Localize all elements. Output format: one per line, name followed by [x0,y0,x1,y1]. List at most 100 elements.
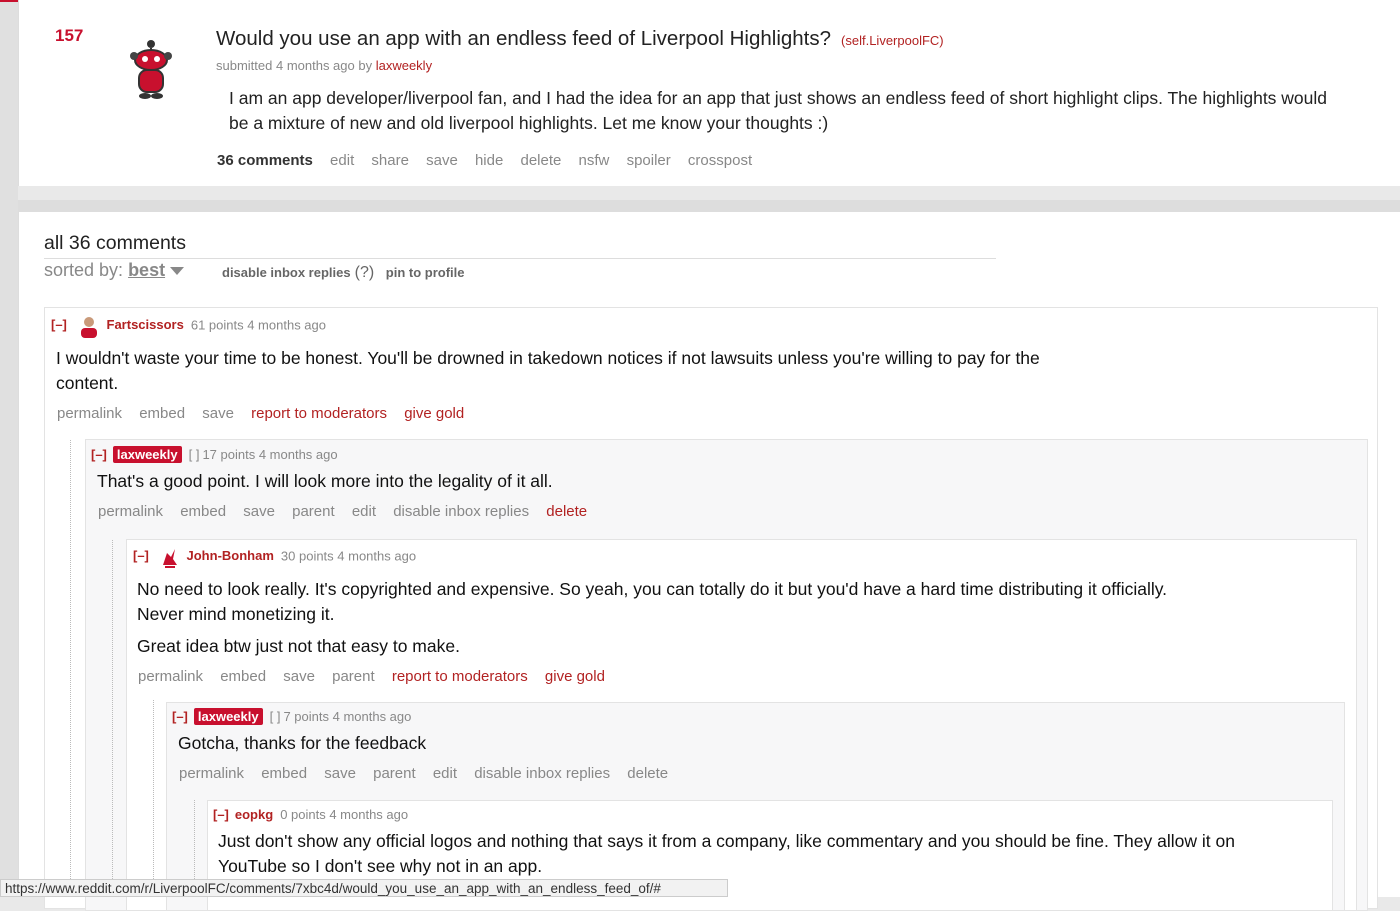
permalink-link[interactable]: permalink [98,503,163,520]
collapse-toggle[interactable]: [–] [172,709,188,724]
hide-link[interactable]: hide [475,152,503,169]
sort-menu: sorted by: best [44,260,185,281]
nsfw-link[interactable]: nsfw [579,152,610,169]
comment-text-line: content. [56,373,119,393]
delete-link[interactable]: delete [521,152,562,169]
delete-link[interactable]: delete [627,765,668,782]
collapse-toggle[interactable]: [–] [91,447,107,462]
comment-meta: 17 points 4 months ago [202,447,338,462]
embed-link[interactable]: embed [180,503,226,520]
comment-meta: 61 points 4 months ago [190,317,326,333]
share-link[interactable]: share [371,152,409,169]
submitter-author-link[interactable]: laxweekly [112,446,182,463]
tagline-prefix: submitted 4 months ago by [216,58,373,73]
comment-tagline: [–] laxweekly [ ] 17 points 4 months ago [91,446,338,463]
pin-profile-link[interactable]: pin to profile [386,265,465,280]
page-gutter [0,0,18,897]
user-flair: [ ] [269,709,281,724]
comment-body: Gotcha, thanks for the feedback [178,731,1278,756]
comment-text-line: That's a good point. I will look more in… [97,471,553,491]
comment-body: Just don't show any official logos and n… [218,829,1278,879]
comment-text-line: Gotcha, thanks for the feedback [178,733,427,753]
user-flair-icon [80,317,97,338]
submitter-author-link[interactable]: laxweekly [193,708,263,725]
comment-text-line: Great idea btw just not that easy to mak… [137,636,460,656]
collapse-toggle[interactable]: [–] [133,548,149,563]
comment-body: I wouldn't waste your time to be honest.… [56,346,1066,396]
liverbird-flair-icon [162,549,177,568]
help-link[interactable]: (?) [355,264,375,281]
sort-dropdown[interactable]: best [128,260,165,280]
comment-body: No need to look really. It's copyrighted… [137,577,1297,659]
disable-inbox-link[interactable]: disable inbox replies [474,765,610,782]
permalink-link[interactable]: permalink [179,765,244,782]
permalink-link[interactable]: permalink [57,405,122,422]
section-separator [18,200,1400,212]
embed-link[interactable]: embed [139,405,185,422]
comment-text-line: Just don't show any official logos and n… [218,831,1235,851]
comment-buttons: permalink embed save parent report to mo… [138,668,618,685]
comment-tagline: [–] eopkg 0 points 4 months ago [213,807,408,822]
parent-link[interactable]: parent [373,765,416,782]
browser-status-url: https://www.reddit.com/r/LiverpoolFC/com… [0,879,728,897]
post-title-row: Would you use an app with an endless fee… [216,27,944,51]
comments-title: all 36 comments [44,232,186,254]
comment-meta: 30 points 4 months ago [280,548,417,564]
comment-text-line: Never mind monetizing it. [137,604,335,624]
collapse-toggle[interactable]: [–] [51,317,67,332]
post-selftext: I am an app developer/liverpool fan, and… [229,88,1328,133]
post-title-link[interactable]: Would you use an app with an endless fee… [216,27,831,50]
comments-divider [44,258,996,259]
collapse-toggle[interactable]: [–] [213,807,229,822]
comment-meta: 7 points 4 months ago [283,709,412,724]
comment-buttons: permalink embed save report to moderator… [57,405,477,422]
thread-line [70,440,71,897]
save-link[interactable]: save [202,405,234,422]
comments-options: disable inbox replies (?) pin to profile [222,264,465,282]
sort-label: sorted by: [44,260,124,280]
save-link[interactable]: save [283,668,315,685]
comment-meta: 0 points 4 months ago [280,807,409,822]
dropdown-caret-icon[interactable] [170,267,185,276]
report-link[interactable]: report to moderators [392,668,528,685]
post-score: 157 [55,26,84,45]
comment-tagline: [–] John-Bonham 30 points 4 months ago [133,545,416,569]
give-gold-link[interactable]: give gold [545,668,605,685]
thread-line [153,700,154,897]
save-link[interactable]: save [426,152,458,169]
subreddit-snoo-icon [130,40,172,99]
disable-inbox-link[interactable]: disable inbox replies [393,503,529,520]
thread-line [112,540,113,897]
comment-tagline: [–] Fartscissors 61 points 4 months ago [51,314,326,338]
comment-buttons: permalink embed save parent edit disable… [179,765,681,782]
comment-buttons: permalink embed save parent edit disable… [98,503,600,520]
edit-link[interactable]: edit [330,152,354,169]
post-author-link[interactable]: laxweekly [376,58,432,73]
report-link[interactable]: report to moderators [251,405,387,422]
crosspost-link[interactable]: crosspost [688,152,752,169]
post-tagline: submitted 4 months ago by laxweekly [216,58,432,73]
delete-link[interactable]: delete [546,503,587,520]
comment-author-link[interactable]: Fartscissors [107,317,184,332]
edit-link[interactable]: edit [352,503,376,520]
post-domain-link[interactable]: (self.LiverpoolFC) [841,33,944,48]
give-gold-link[interactable]: give gold [404,405,464,422]
embed-link[interactable]: embed [261,765,307,782]
embed-link[interactable]: embed [220,668,266,685]
save-link[interactable]: save [243,503,275,520]
spoiler-link[interactable]: spoiler [627,152,671,169]
edit-link[interactable]: edit [433,765,457,782]
save-link[interactable]: save [324,765,356,782]
parent-link[interactable]: parent [332,668,375,685]
comment-author-link[interactable]: eopkg [235,807,273,822]
comments-link[interactable]: 36 comments [217,152,313,169]
user-flair: [ ] [188,447,200,462]
comment-text-line: No need to look really. It's copyrighted… [137,579,1168,599]
comment-tagline: [–] laxweekly [ ] 7 points 4 months ago [172,708,412,725]
comment-text-line: I wouldn't waste your time to be honest.… [56,348,1040,368]
parent-link[interactable]: parent [292,503,335,520]
disable-inbox-link[interactable]: disable inbox replies [222,265,351,280]
comment-author-link[interactable]: John-Bonham [187,548,274,563]
comment-body: That's a good point. I will look more in… [97,469,1297,494]
permalink-link[interactable]: permalink [138,668,203,685]
